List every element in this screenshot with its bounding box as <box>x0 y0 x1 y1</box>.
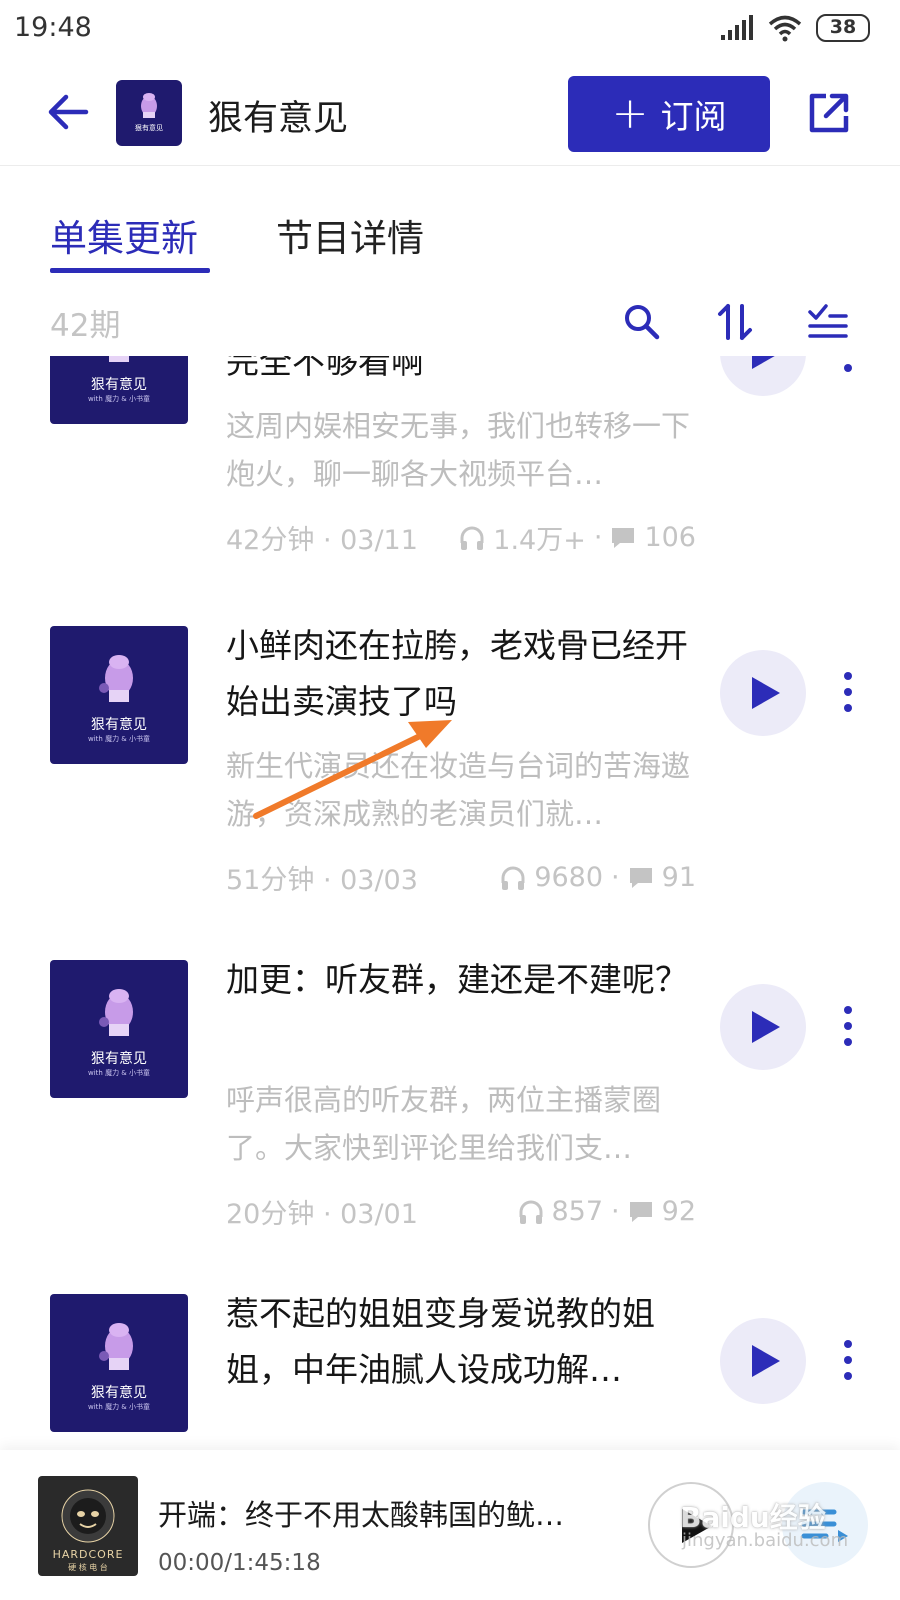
episode-list: 狠有意见 with 魔力 & 小书童 完全不够看啊 这周内娱相安无事，我们也转移… <box>0 356 900 1450</box>
episode-comments: 91 <box>661 862 696 893</box>
episode-duration-date: 51分钟 · 03/03 <box>226 865 418 896</box>
episode-plays: 9680 <box>534 862 604 893</box>
tab-details[interactable]: 节目详情 <box>276 208 424 262</box>
play-icon <box>752 1011 780 1043</box>
search-icon[interactable] <box>620 300 664 344</box>
episode-comments: 106 <box>644 522 696 553</box>
episode-play-button[interactable] <box>720 650 806 736</box>
episode-title[interactable]: 完全不够看啊 <box>226 356 696 390</box>
episode-title[interactable]: 加更：听友群，建还是不建呢？ <box>226 952 696 1008</box>
episode-description: 呼声很高的听友群，两位主播蒙圈了。大家快到评论里给我们支… <box>226 1083 662 1165</box>
play-icon <box>752 1345 780 1377</box>
tab-bar: 单集更新 节目详情 <box>0 200 900 280</box>
episode-more-button[interactable] <box>836 1336 860 1384</box>
status-icons: 38 <box>720 14 870 42</box>
episode-cover: 狠有意见 with 魔力 & 小书童 <box>50 626 188 764</box>
list-toolbar: 42期 <box>0 296 900 352</box>
header: 狠有意见 狠有意见 + 订阅 <box>0 62 900 166</box>
share-icon <box>809 93 849 133</box>
episode-title[interactable]: 惹不起的姐姐变身爱说教的姐姐，中年油腻人设成功解… <box>226 1286 696 1398</box>
play-icon <box>752 356 775 369</box>
tab-episodes[interactable]: 单集更新 <box>50 208 198 262</box>
episode-description: 新生代演员还在妆造与台词的苦海遨游，资深成熟的老演员们就… <box>226 749 691 831</box>
episode-cover: 狠有意见 with 魔力 & 小书童 <box>50 356 188 424</box>
hippo-logo-icon: 狠有意见 <box>135 93 163 132</box>
subscribe-button[interactable]: + 订阅 <box>568 76 770 152</box>
cover-subtitle: with 魔力 & 小书童 <box>88 1403 150 1411</box>
play-icon <box>752 677 780 709</box>
episode-title[interactable]: 小鲜肉还在拉胯，老戏骨已经开始出卖演技了吗 <box>226 618 696 730</box>
cover-name: 狠有意见 <box>91 1051 147 1067</box>
filter-list-icon[interactable] <box>806 300 850 344</box>
cover-name: 狠有意见 <box>91 377 147 393</box>
episode-comments: 92 <box>661 1196 696 1227</box>
player-time: 00:00/1:45:18 <box>158 1550 321 1576</box>
episode-plays: 1.4万+ <box>493 525 586 556</box>
episode-more-button[interactable] <box>836 668 860 716</box>
player-cover-sub: 硬 核 电 台 <box>68 1563 108 1572</box>
player-title[interactable]: 开端：终于不用太酸韩国的鱿… <box>158 1492 598 1534</box>
episode-cover: 狠有意见 with 魔力 & 小书童 <box>50 960 188 1098</box>
subscribe-label: 订阅 <box>660 97 727 136</box>
episode-meta: 20分钟 · 03/01 857 · 92 <box>226 1192 696 1231</box>
headphones-icon <box>519 1200 542 1224</box>
status-bar: 19:48 38 <box>0 0 900 60</box>
gorilla-logo-icon <box>61 1489 115 1543</box>
episode-duration-date: 20分钟 · 03/01 <box>226 1199 418 1230</box>
signal-icon <box>721 15 753 40</box>
active-tab-indicator <box>50 268 210 273</box>
episode-count: 42期 <box>50 308 121 344</box>
cover-subtitle: with 魔力 & 小书童 <box>88 735 150 743</box>
episode-more-button[interactable] <box>836 356 860 376</box>
cover-name: 狠有意见 <box>91 717 147 733</box>
svg-text:狠有意见: 狠有意见 <box>135 123 163 132</box>
cover-subtitle: with 魔力 & 小书童 <box>88 1069 150 1077</box>
back-arrow-icon <box>48 94 89 130</box>
episode-play-button[interactable] <box>720 984 806 1070</box>
wifi-icon <box>768 15 802 42</box>
episode-plays: 857 <box>551 1196 604 1227</box>
episode-meta: 51分钟 · 03/03 9680 · 91 <box>226 858 696 897</box>
cover-subtitle: with 魔力 & 小书童 <box>88 395 150 403</box>
player-cover: HARDCORE 硬 核 电 台 <box>38 1476 138 1576</box>
episode-item[interactable]: 狠有意见 with 魔力 & 小书童 惹不起的姐姐变身爱说教的姐姐，中年油腻人设… <box>0 1286 900 1450</box>
episode-more-button[interactable] <box>836 1002 860 1050</box>
episode-item[interactable]: 狠有意见 with 魔力 & 小书童 加更：听友群，建还是不建呢？ 呼声很高的听… <box>0 952 900 1252</box>
cover-name: 狠有意见 <box>91 1385 147 1401</box>
episode-meta: 42分钟 · 03/11 1.4万+ · 106 <box>226 518 696 557</box>
share-button[interactable] <box>804 88 854 138</box>
podcast-logo: 狠有意见 <box>116 80 182 146</box>
headphones-icon <box>460 526 484 550</box>
episode-play-button[interactable] <box>720 356 806 396</box>
episode-play-button[interactable] <box>720 1318 806 1404</box>
status-time: 19:48 <box>14 12 92 43</box>
player-cover-label: HARDCORE <box>52 1548 124 1561</box>
episode-item[interactable]: 狠有意见 with 魔力 & 小书童 小鲜肉还在拉胯，老戏骨已经开始出卖演技了吗… <box>0 618 900 918</box>
page-title: 狠有意见 <box>208 99 349 139</box>
watermark-url: jingyan.baidu.com <box>682 1530 849 1551</box>
sort-icon[interactable] <box>714 300 758 344</box>
comment-icon <box>629 867 652 888</box>
comment-icon <box>612 527 635 548</box>
episode-cover: 狠有意见 with 魔力 & 小书童 <box>50 1294 188 1432</box>
battery-icon: 38 <box>816 14 870 42</box>
back-button[interactable] <box>44 88 92 136</box>
episode-duration-date: 42分钟 · 03/11 <box>226 525 418 556</box>
plus-icon: + <box>611 88 649 139</box>
comment-icon <box>629 1201 652 1222</box>
headphones-icon <box>501 866 525 890</box>
episode-item[interactable]: 狠有意见 with 魔力 & 小书童 完全不够看啊 这周内娱相安无事，我们也转移… <box>0 356 900 578</box>
episode-description: 这周内娱相安无事，我们也转移一下炮火，聊一聊各大视频平台… <box>226 409 691 491</box>
